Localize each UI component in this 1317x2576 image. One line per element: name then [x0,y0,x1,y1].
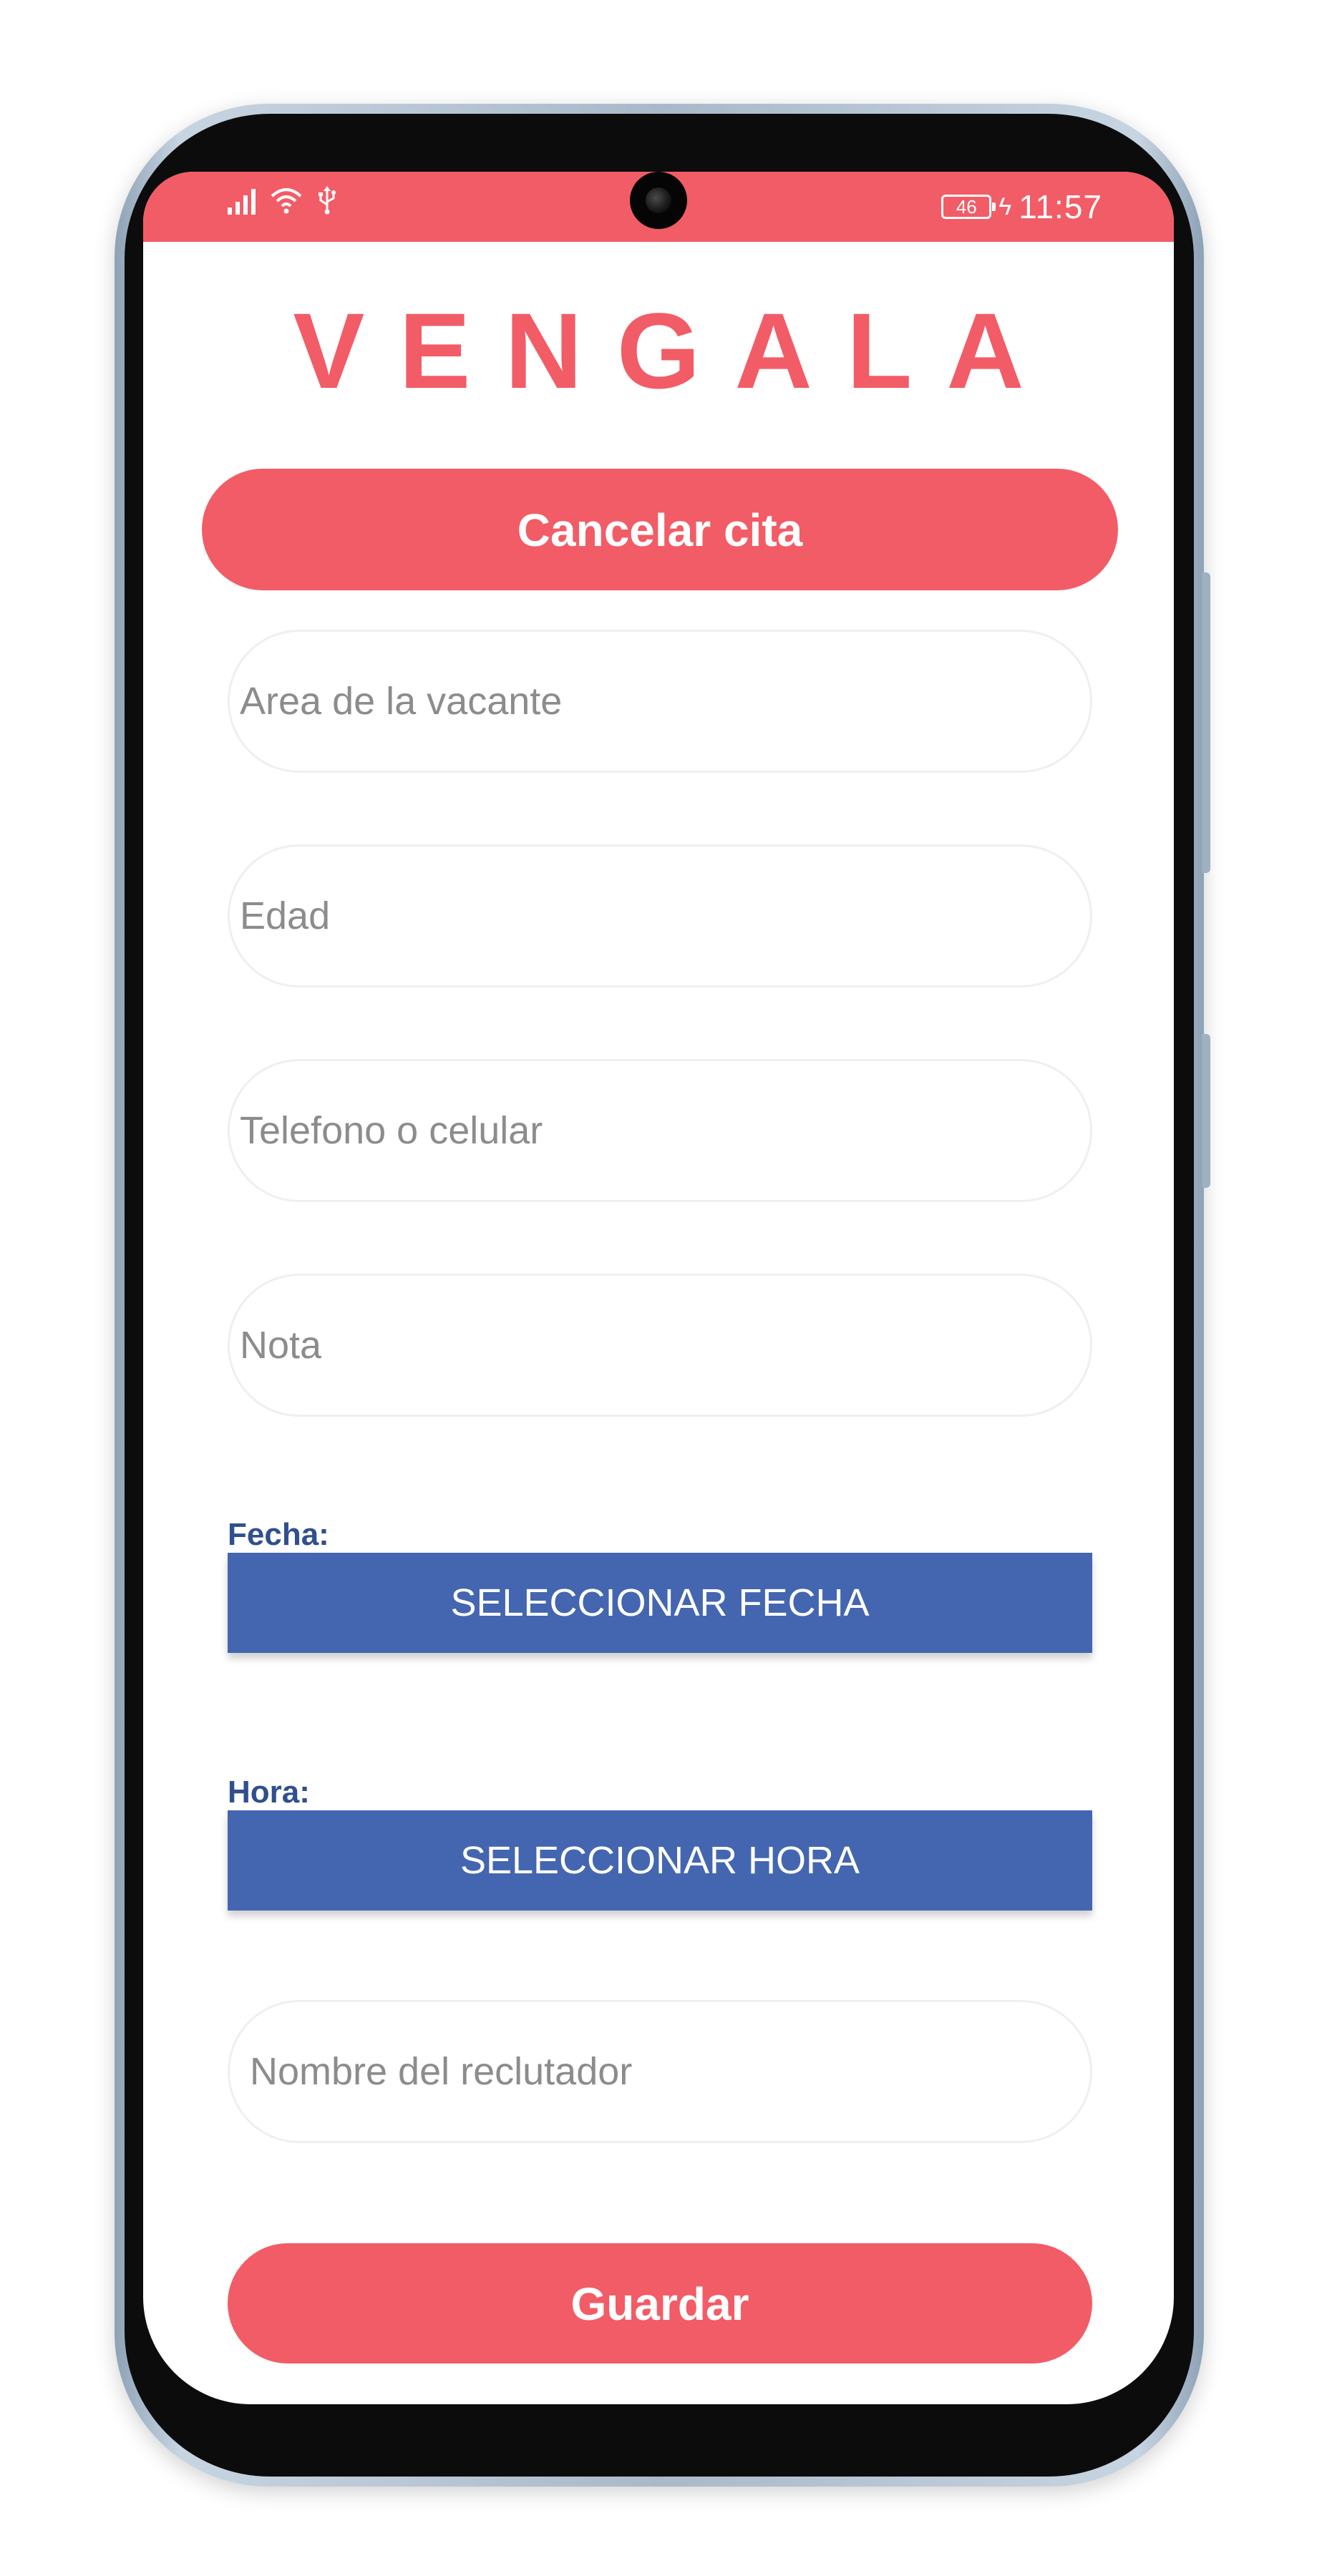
status-right: 46 ϟ 11:57 [941,187,1102,226]
recruiter-field[interactable] [228,2000,1092,2143]
power-button [1202,1034,1210,1188]
battery-level: 46 [956,196,977,218]
phone-input[interactable] [230,1061,1090,1200]
phone-field[interactable] [228,1059,1092,1202]
recruiter-input[interactable] [230,2002,1090,2141]
age-input[interactable] [230,847,1090,985]
select-time-button[interactable]: SELECCIONAR HORA [228,1810,1092,1911]
status-time: 11:57 [1019,188,1102,225]
date-label: Fecha: [228,1517,329,1552]
charging-icon: ϟ [998,192,1012,220]
note-input[interactable] [230,1276,1090,1415]
front-camera [630,172,687,229]
time-label: Hora: [228,1775,310,1810]
area-input[interactable] [230,632,1090,771]
volume-button [1202,572,1210,873]
signal-icon [228,186,256,215]
battery-icon: 46 [941,195,996,219]
select-date-button[interactable]: SELECCIONAR FECHA [228,1553,1092,1653]
save-button[interactable]: Guardar [228,2243,1092,2363]
app-title: VENGALA [293,291,1059,411]
area-field[interactable] [228,630,1092,773]
status-left [228,185,337,215]
note-field[interactable] [228,1274,1092,1417]
age-field[interactable] [228,844,1092,987]
cancel-appointment-button[interactable]: Cancelar cita [202,469,1118,590]
wifi-icon [270,186,303,215]
usb-icon [317,185,337,215]
app-screen: 46 ϟ 11:57 VENGALA Cancelar cita Fecha: … [143,172,1174,2404]
